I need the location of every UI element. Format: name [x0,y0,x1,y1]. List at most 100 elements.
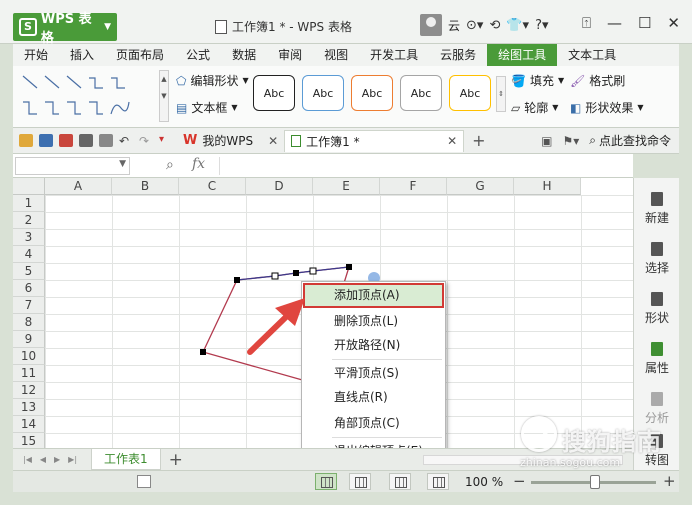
add-sheet-icon[interactable]: + [169,450,183,470]
chevron-down-icon: ▼ [104,22,111,32]
task-pane-item[interactable]: 新建 [634,192,680,226]
menu-item[interactable]: 直线点(R) [304,386,443,409]
vertex-handle[interactable] [234,277,240,283]
macro-icon[interactable] [137,475,151,488]
chevron-down-icon: ▼ [231,103,238,112]
task-pane-item[interactable]: 形状 [634,292,680,326]
menu-item[interactable]: 添加顶点(A) [303,283,444,308]
close-icon[interactable]: ✕ [667,14,680,32]
minimize-icon[interactable]: — [607,14,622,32]
sync-icon[interactable]: ⟲ [489,18,500,33]
user-area: 云 ⊙▾ ⟲ 👕▾ ?▾ [420,14,549,36]
export-pdf-icon[interactable] [59,134,73,147]
shape-style-2[interactable]: Abc [302,75,344,111]
vertex-handle[interactable] [271,272,279,280]
format-painter-button[interactable]: 🖌 格式刷 [570,72,625,89]
open-folder-icon[interactable] [19,134,33,147]
prev-sheet-icon[interactable]: ◀ [40,455,46,464]
fill-button[interactable]: 🪣 填充 ▼ [511,72,564,89]
tab-9[interactable]: 绘图工具 [487,44,558,66]
tab-5[interactable]: 审阅 [267,44,313,66]
formula-input[interactable] [219,157,629,175]
vertex-handle[interactable] [293,270,299,276]
search-command[interactable]: ⌕ 点此查找命令 [589,132,671,149]
zoom-slider-thumb[interactable] [590,475,600,489]
tab-7[interactable]: 开发工具 [359,44,429,66]
tab-4[interactable]: 数据 [221,44,267,66]
print-preview-icon[interactable] [99,134,113,147]
page-break-view-button[interactable] [349,473,371,490]
print-icon[interactable] [79,134,93,147]
zoom-level[interactable]: 100 % [465,475,503,489]
cloud-status-icon[interactable]: ⊙▾ [466,18,483,33]
tab-8[interactable]: 云服务 [429,44,487,66]
menu-item[interactable]: 角部顶点(C) [304,412,443,435]
next-sheet-icon[interactable]: ▶ [54,455,60,464]
avatar[interactable] [420,14,442,36]
edit-shape-button[interactable]: ⬠ 编辑形状 ▼ [176,72,249,89]
vertex-handle[interactable] [309,267,317,275]
maximize-icon[interactable]: ☐ [638,14,651,32]
task-pane-item[interactable]: 属性 [634,342,680,376]
edit-shape-label: 编辑形状 [190,74,239,88]
close-icon[interactable]: ✕ [268,134,278,148]
text-box-button[interactable]: ▤ 文本框 ▼ [176,99,238,116]
context-menu: 添加顶点(A) 删除顶点(L) 开放路径(N) 平滑顶点(S) 直线点(R) 角部顶点(C… [301,281,446,463]
menu-item[interactable]: 平滑顶点(S) [304,362,443,385]
doc-icon[interactable]: ▣ [541,134,552,148]
shape-effect-button[interactable]: ◧ 形状效果 ▼ [570,99,644,116]
vertex-handle[interactable] [200,349,206,355]
function-icon[interactable]: fx [192,156,205,172]
tab-workbook-label: 工作簿1 * [306,134,360,149]
line-shape-gallery[interactable] [17,70,157,122]
vertex-handle[interactable] [346,264,352,270]
sheet-tab[interactable]: 工作表1 [91,449,161,470]
app-menu-button[interactable]: S WPS 表格 ▼ [13,12,117,46]
save-icon[interactable] [39,134,53,147]
tab-my-wps[interactable]: W 我的WPS ✕ [177,130,284,152]
formula-bar: ▼ ⌕ fx [13,154,633,178]
task-pane-item[interactable]: 分析 [634,392,680,426]
tab-10[interactable]: 文本工具 [557,44,627,66]
zoom-icon[interactable]: ⌕ [166,157,174,173]
reading-mode-button[interactable] [427,473,449,490]
page-layout-view-button[interactable] [389,473,411,490]
redo-icon[interactable]: ↷ [139,134,153,148]
tab-1[interactable]: 插入 [59,44,105,66]
chevron-down-icon: ▼ [119,159,126,169]
search-command-label: 点此查找命令 [598,134,671,148]
shape-style-1[interactable]: Abc [253,75,295,111]
task-pane-item[interactable]: 选择 [634,242,680,276]
tab-3[interactable]: 公式 [175,44,221,66]
outline-button[interactable]: ▱ 轮廓 ▼ [511,99,558,116]
user-name[interactable]: 云 [448,17,460,34]
customize-icon[interactable]: ▾ [159,134,173,147]
shape-style-5[interactable]: Abc [449,75,491,111]
window-title: 工作簿1 * - WPS 表格 [215,18,352,35]
tab-6[interactable]: 视图 [313,44,359,66]
skin-icon[interactable]: 👕▾ [506,18,529,33]
new-tab-icon[interactable]: + [472,131,485,150]
zoom-in-icon[interactable]: + [663,472,676,490]
flag-icon[interactable]: ⚑▾ [562,134,579,148]
status-bar: 100 % − + [13,470,679,492]
tab-workbook[interactable]: 工作簿1 * ✕ [284,129,465,152]
restore-ribbon-icon[interactable]: ⍐ [582,14,591,32]
tab-2[interactable]: 页面布局 [105,44,175,66]
menu-item[interactable]: 删除顶点(L) [304,310,443,333]
normal-view-button[interactable] [315,473,337,490]
first-sheet-icon[interactable]: |◀ [23,455,32,464]
close-icon[interactable]: ✕ [447,134,457,148]
gallery-scroll[interactable]: ▲ ▼ [159,70,169,122]
shape-style-4[interactable]: Abc [400,75,442,111]
sheet-nav: |◀ ◀ ▶ ▶| [13,455,77,464]
zoom-out-icon[interactable]: − [513,472,526,490]
shape-style-3[interactable]: Abc [351,75,393,111]
last-sheet-icon[interactable]: ▶| [68,455,77,464]
name-box[interactable]: ▼ [15,157,130,175]
style-gallery-scroll[interactable]: ⇕ [496,76,506,112]
undo-icon[interactable]: ↶ [119,134,133,148]
help-icon[interactable]: ?▾ [535,18,548,33]
menu-item[interactable]: 开放路径(N) [304,334,443,357]
tab-0[interactable]: 开始 [13,44,59,66]
